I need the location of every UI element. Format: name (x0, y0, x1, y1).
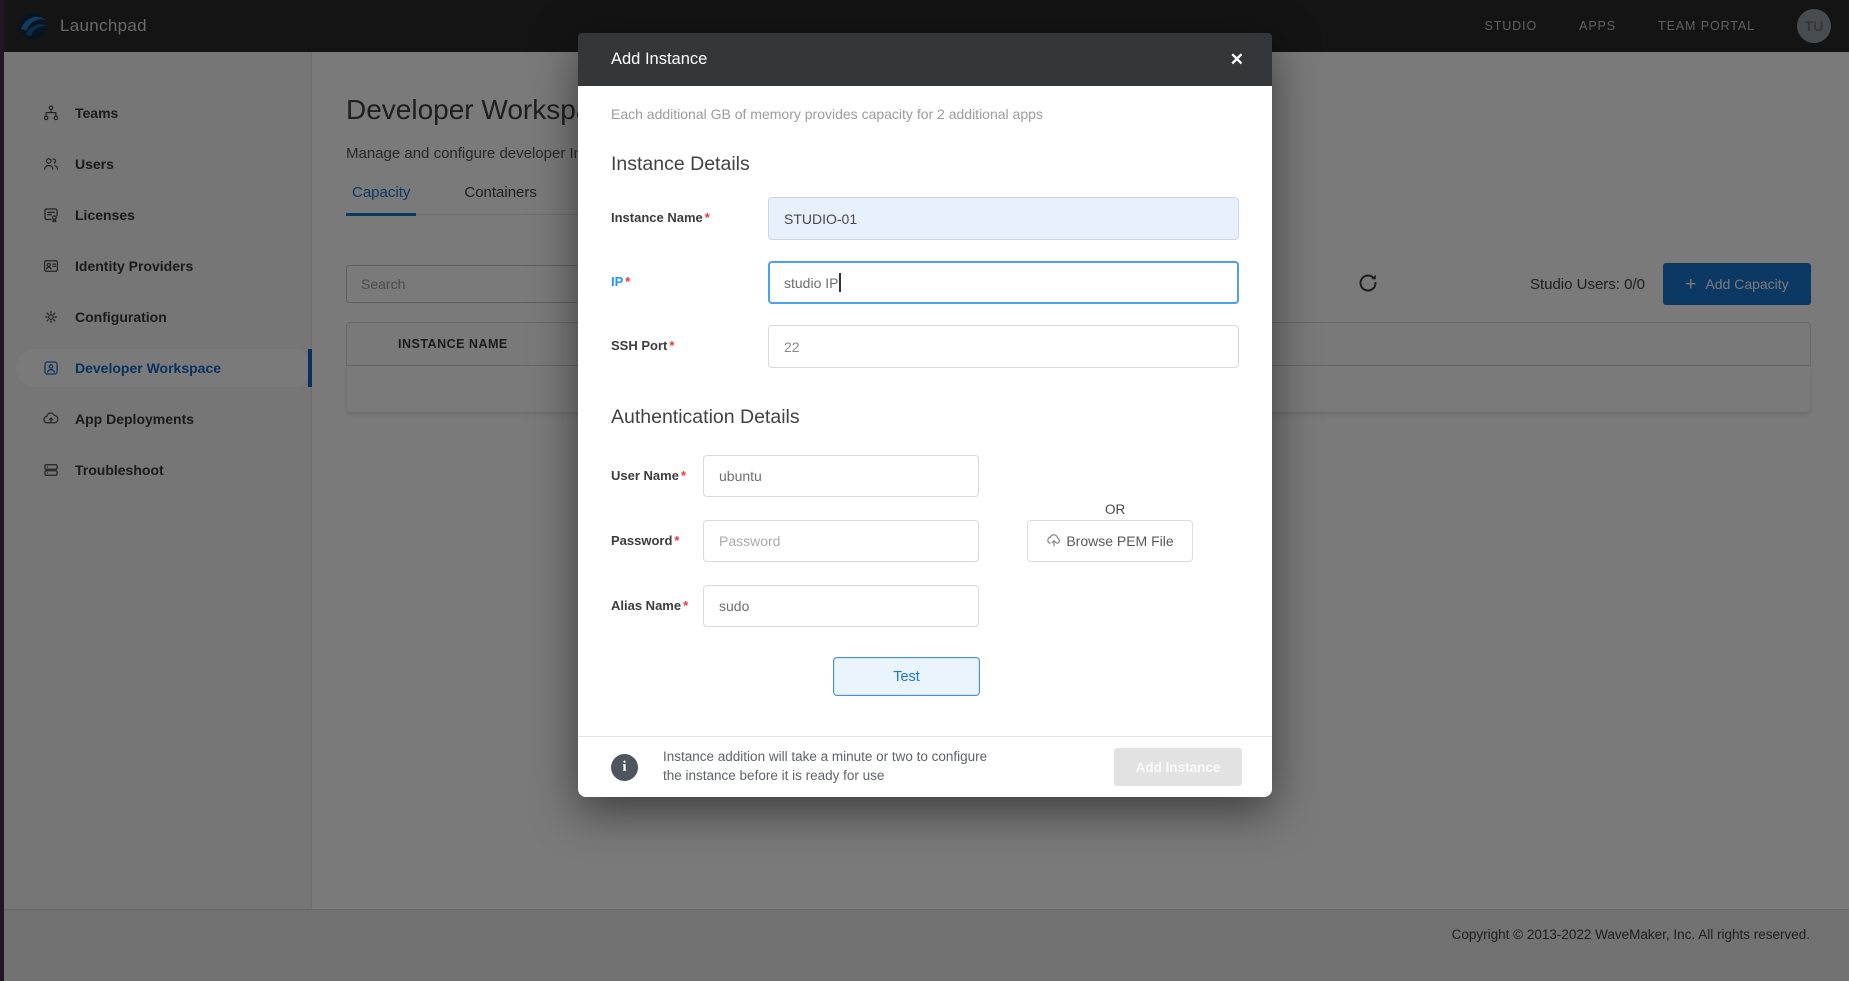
modal-title: Add Instance (611, 50, 707, 69)
required-asterisk: * (681, 468, 686, 483)
browse-pem-label: Browse PEM File (1066, 533, 1173, 549)
modal-header: Add Instance ✕ (578, 33, 1272, 86)
modal-body: Each additional GB of memory provides ca… (578, 86, 1272, 736)
instance-name-label: Instance Name* (611, 197, 768, 225)
footer-note: Instance addition will take a minute or … (663, 748, 987, 785)
test-button[interactable]: Test (833, 657, 980, 696)
password-row: Password* Browse PEM File (611, 520, 1239, 562)
required-asterisk: * (683, 598, 688, 613)
password-field[interactable] (703, 520, 979, 562)
ssh-port-field[interactable] (768, 325, 1239, 368)
add-instance-modal: Add Instance ✕ Each additional GB of mem… (578, 33, 1272, 797)
modal-hint: Each additional GB of memory provides ca… (611, 86, 1239, 122)
ip-field[interactable]: studio IP (768, 261, 1239, 304)
required-asterisk: * (674, 533, 679, 548)
modal-footer: i Instance addition will take a minute o… (578, 736, 1272, 797)
user-name-row: User Name* (611, 455, 1239, 497)
ip-label: IP* (611, 261, 768, 289)
upload-icon (1046, 533, 1062, 549)
instance-name-field[interactable] (768, 197, 1239, 240)
auth-details-heading: Authentication Details (611, 406, 1239, 429)
instance-details-heading: Instance Details (611, 153, 1239, 176)
alias-name-label: Alias Name* (611, 585, 703, 613)
instance-name-row: Instance Name* (611, 197, 1239, 240)
or-label: OR (1105, 502, 1125, 517)
required-asterisk: * (669, 338, 674, 353)
close-icon[interactable]: ✕ (1230, 51, 1244, 68)
password-label: Password* (611, 520, 703, 548)
info-icon: i (611, 754, 638, 781)
text-cursor (839, 273, 841, 292)
alias-name-field[interactable] (703, 585, 979, 627)
required-asterisk: * (625, 274, 630, 289)
ssh-port-label: SSH Port* (611, 325, 768, 353)
ip-row: IP* studio IP (611, 261, 1239, 304)
alias-name-row: Alias Name* (611, 585, 1239, 627)
browse-pem-button[interactable]: Browse PEM File (1027, 520, 1193, 562)
add-instance-button[interactable]: Add Instance (1114, 748, 1242, 786)
user-name-field[interactable] (703, 455, 979, 497)
ssh-port-row: SSH Port* (611, 325, 1239, 368)
app-root: Launchpad STUDIO APPS TEAM PORTAL TU Tea… (0, 0, 1849, 981)
required-asterisk: * (705, 210, 710, 225)
user-name-label: User Name* (611, 455, 703, 483)
